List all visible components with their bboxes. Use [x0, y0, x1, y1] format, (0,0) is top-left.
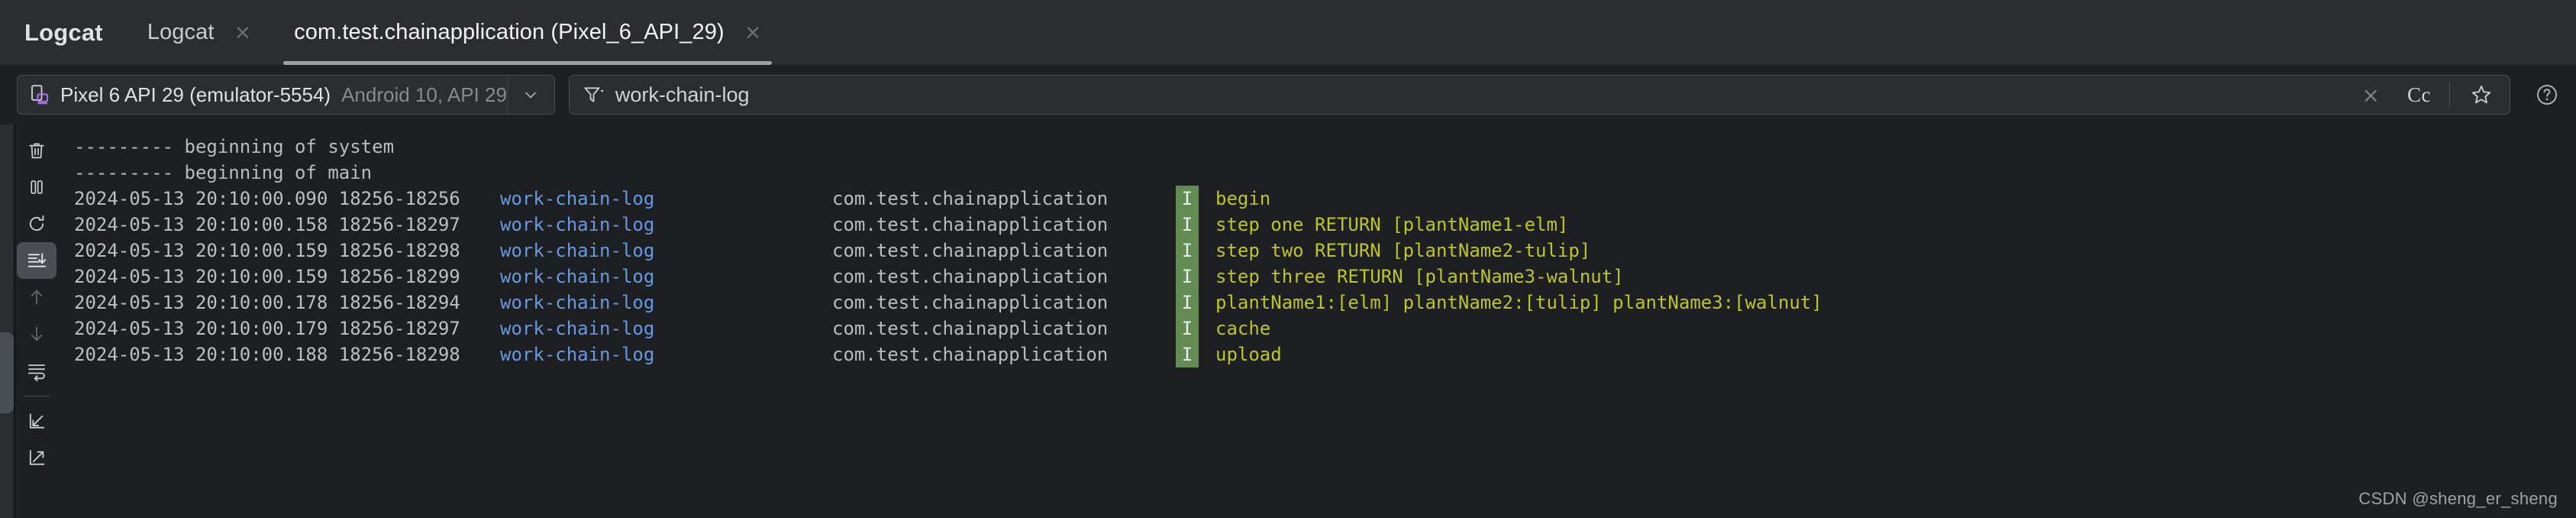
log-tag: work-chain-log [500, 214, 655, 235]
log-tag: work-chain-log [500, 344, 655, 365]
log-tag: work-chain-log [500, 240, 655, 261]
log-row[interactable]: 2024-05-13 20:10:00.159 18256-18298 work… [57, 238, 2576, 264]
import-logs-button[interactable] [17, 403, 56, 439]
log-level-badge: I [1176, 264, 1199, 290]
log-package: com.test.chainapplication [832, 266, 1109, 287]
log-separator: --------- beginning of main [57, 160, 2576, 186]
chevron-down-icon[interactable] [506, 76, 554, 114]
log-timestamp-pid: 2024-05-13 20:10:00.090 18256-18256 [74, 188, 460, 209]
export-logs-button[interactable] [17, 439, 56, 476]
tool-window-edge-strip [0, 125, 14, 518]
log-timestamp-pid: 2024-05-13 20:10:00.159 18256-18299 [74, 266, 460, 287]
log-timestamp-pid: 2024-05-13 20:10:00.159 18256-18298 [74, 240, 460, 261]
tab-bar: Logcat Logcat × com.test.chainapplicatio… [0, 0, 2576, 65]
tab-logcat[interactable]: Logcat × [126, 0, 273, 65]
device-selector[interactable]: Pixel 6 API 29 (emulator-5554) Android 1… [17, 75, 555, 115]
log-separator-text: --------- beginning of system [74, 136, 395, 157]
logcat-window: Logcat Logcat × com.test.chainapplicatio… [0, 0, 2576, 518]
log-message: cache [1215, 318, 1271, 339]
log-message: begin [1215, 188, 1271, 209]
soft-wrap-button[interactable] [17, 352, 56, 389]
log-tag: work-chain-log [500, 292, 655, 313]
log-row[interactable]: 2024-05-13 20:10:00.188 18256-18298 work… [57, 342, 2576, 367]
log-message: step three RETURN [plantName3-walnut] [1215, 266, 1624, 287]
log-message: step one RETURN [plantName1-elm] [1215, 214, 1569, 235]
log-row[interactable]: 2024-05-13 20:10:00.178 18256-18294 work… [57, 290, 2576, 316]
log-timestamp-pid: 2024-05-13 20:10:00.178 18256-18294 [74, 292, 460, 313]
help-icon[interactable] [2524, 83, 2559, 107]
log-row[interactable]: 2024-05-13 20:10:00.159 18256-18299 work… [57, 264, 2576, 290]
log-level-badge: I [1176, 238, 1199, 264]
tab-list: Logcat × com.test.chainapplication (Pixe… [126, 0, 783, 65]
tool-window-resize-handle[interactable] [0, 332, 14, 413]
toolbar-divider [2449, 82, 2450, 108]
close-icon[interactable]: × [744, 22, 762, 43]
log-row[interactable]: 2024-05-13 20:10:00.090 18256-18256 work… [57, 186, 2576, 212]
log-tag: work-chain-log [500, 266, 655, 287]
restart-logcat-button[interactable] [17, 206, 56, 242]
log-tag: work-chain-log [500, 318, 655, 339]
pause-button[interactable] [17, 169, 56, 206]
clear-search-icon[interactable]: × [2353, 83, 2389, 108]
device-emulator-icon [28, 83, 51, 106]
tab-chainapplication[interactable]: com.test.chainapplication (Pixel_6_API_2… [273, 0, 783, 65]
log-row[interactable]: 2024-05-13 20:10:00.158 18256-18297 work… [57, 212, 2576, 238]
restart-icon [26, 213, 47, 235]
log-package: com.test.chainapplication [832, 292, 1109, 313]
pause-icon [26, 176, 47, 198]
log-package: com.test.chainapplication [832, 318, 1109, 339]
close-icon[interactable]: × [234, 22, 252, 43]
log-separator: --------- beginning of system [57, 134, 2576, 160]
log-timestamp-pid: 2024-05-13 20:10:00.158 18256-18297 [74, 214, 460, 235]
star-icon[interactable] [2461, 83, 2502, 106]
device-detail: Android 10, API 29 [341, 83, 507, 106]
clear-logcat-button[interactable] [17, 132, 56, 169]
previous-occurrence-button[interactable] [17, 279, 56, 316]
scroll-to-end-icon [26, 250, 47, 271]
log-message: upload [1215, 344, 1282, 365]
search-input[interactable]: work-chain-log [615, 83, 2342, 107]
log-filter-box[interactable]: work-chain-log × Cc [568, 75, 2510, 115]
log-message: step two RETURN [plantName2-tulip] [1215, 240, 1591, 261]
log-level-badge: I [1176, 212, 1199, 238]
log-level-badge: I [1176, 290, 1199, 316]
import-icon [26, 410, 47, 432]
log-level-badge: I [1176, 342, 1199, 367]
arrow-up-icon [26, 287, 47, 308]
arrow-down-icon [26, 323, 47, 345]
log-message: plantName1:[elm] plantName2:[tulip] plan… [1215, 292, 1822, 313]
logcat-output[interactable]: --------- beginning of system --------- … [57, 125, 2576, 518]
logcat-body: --------- beginning of system --------- … [0, 125, 2576, 518]
log-package: com.test.chainapplication [832, 344, 1109, 365]
log-package: com.test.chainapplication [832, 240, 1109, 261]
log-tag: work-chain-log [500, 188, 655, 209]
export-icon [26, 447, 47, 468]
tool-window-title: Logcat [24, 18, 103, 46]
next-occurrence-button[interactable] [17, 316, 56, 352]
filter-dropdown-icon[interactable] [582, 83, 605, 106]
log-level-badge: I [1176, 316, 1199, 342]
log-package: com.test.chainapplication [832, 188, 1109, 209]
log-row[interactable]: 2024-05-13 20:10:00.179 18256-18297 work… [57, 316, 2576, 342]
trash-icon [26, 140, 47, 161]
match-case-button[interactable]: Cc [2400, 83, 2439, 107]
logcat-side-toolbar [15, 125, 57, 518]
log-level-badge: I [1176, 186, 1199, 212]
log-timestamp-pid: 2024-05-13 20:10:00.188 18256-18298 [74, 344, 460, 365]
device-name: Pixel 6 API 29 (emulator-5554) [60, 83, 331, 106]
rail-divider [23, 396, 50, 397]
tab-label: com.test.chainapplication (Pixel_6_API_2… [294, 20, 725, 44]
tab-label: Logcat [147, 20, 215, 44]
log-package: com.test.chainapplication [832, 214, 1109, 235]
scroll-to-end-button[interactable] [16, 242, 56, 279]
log-timestamp-pid: 2024-05-13 20:10:00.179 18256-18297 [74, 318, 460, 339]
watermark: CSDN @sheng_er_sheng [2358, 489, 2558, 508]
soft-wrap-icon [26, 360, 47, 381]
logcat-toolbar: Pixel 6 API 29 (emulator-5554) Android 1… [0, 65, 2576, 125]
log-separator-text: --------- beginning of main [74, 162, 373, 183]
